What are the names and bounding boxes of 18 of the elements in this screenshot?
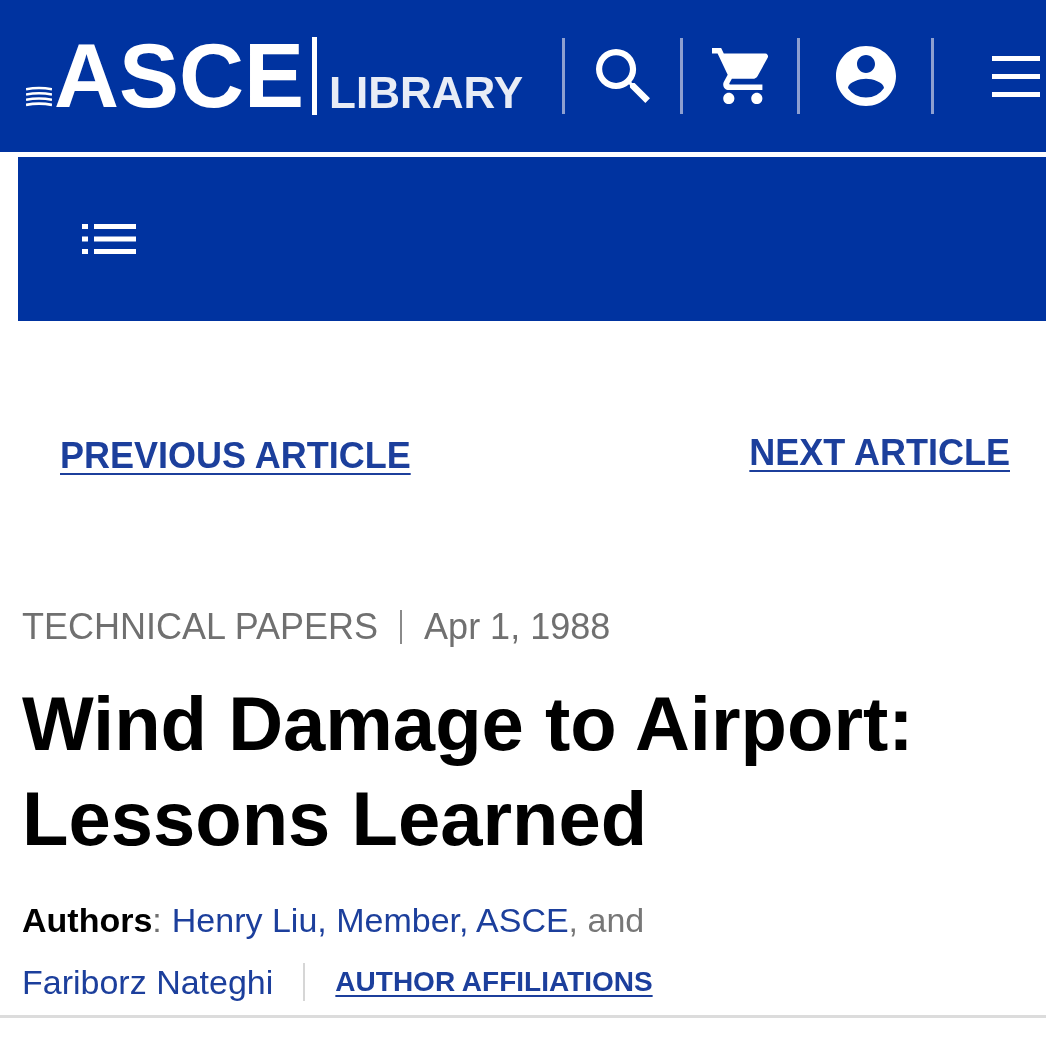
cart-icon	[712, 48, 768, 104]
author-link[interactable]: Henry Liu, Member, ASCE	[171, 889, 569, 951]
article-title: Wind Damage to Airport: Lessons Learned	[22, 680, 915, 863]
contents-button[interactable]	[82, 224, 136, 254]
previous-article-link[interactable]: PREVIOUS ARTICLE	[60, 434, 411, 478]
menu-icon	[992, 55, 1040, 97]
list-icon	[82, 224, 136, 254]
author-link[interactable]: Fariborz Nateghi	[22, 951, 274, 1013]
search-icon	[595, 49, 650, 103]
next-article-link[interactable]: NEXT ARTICLE	[749, 431, 1010, 475]
author-affiliations-link[interactable]: AUTHOR AFFILIATIONS	[335, 951, 653, 1013]
section-label: TECHNICAL PAPERS	[22, 605, 379, 649]
logo-subtitle: LIBRARY	[329, 70, 523, 116]
account-icon	[835, 46, 896, 106]
logo-wordmark: ASCE	[54, 36, 305, 116]
authors-label: Authors:	[22, 900, 162, 941]
publication-date: Apr 1, 1988	[424, 605, 611, 649]
author-conjunction: , and	[568, 900, 645, 941]
